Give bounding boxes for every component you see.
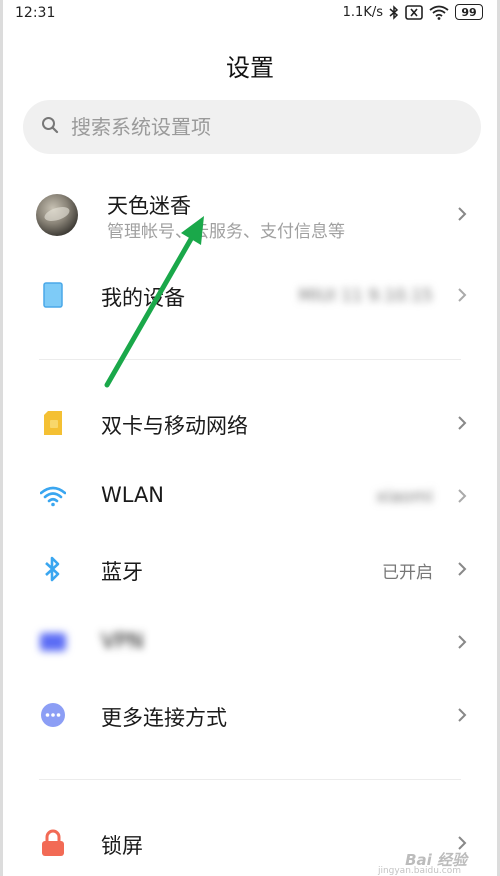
wlan-row[interactable]: WLAN xiaomi <box>3 471 497 521</box>
avatar <box>36 194 78 236</box>
status-time: 12:31 <box>15 5 56 21</box>
lock-screen-label: 锁屏 <box>101 834 143 858</box>
my-device-value: MIUI 11 9.10.15 <box>298 286 433 306</box>
bluetooth-row[interactable]: 蓝牙 已开启 <box>3 544 497 594</box>
more-connections-row[interactable]: 更多连接方式 <box>3 690 497 740</box>
account-name: 天色迷香 <box>107 194 191 218</box>
chevron-right-icon <box>457 287 467 307</box>
section-divider <box>39 359 461 360</box>
status-icons: 1.1K/s 99 <box>343 4 483 20</box>
page-title: 设置 <box>226 54 274 82</box>
chevron-right-icon <box>457 488 467 508</box>
more-connections-icon <box>39 701 67 729</box>
chevron-right-icon <box>457 634 467 654</box>
watermark-url: jingyan.baidu.com <box>377 866 461 876</box>
vpn-row[interactable]: VPN <box>3 617 497 667</box>
search-input[interactable] <box>71 115 451 139</box>
wifi-icon <box>39 482 67 510</box>
chevron-right-icon <box>457 561 467 581</box>
section-divider <box>39 779 461 780</box>
vpn-icon <box>39 628 67 656</box>
more-connections-label: 更多连接方式 <box>101 706 227 730</box>
bluetooth-icon <box>39 555 67 583</box>
sim-card-icon <box>39 409 67 437</box>
network-speed: 1.1K/s <box>342 4 383 20</box>
bluetooth-status-icon <box>389 4 399 20</box>
wlan-label: WLAN <box>101 483 165 507</box>
search-icon <box>41 116 59 138</box>
lock-icon <box>39 829 67 857</box>
bluetooth-status: 已开启 <box>382 563 433 583</box>
chevron-right-icon <box>457 707 467 727</box>
settings-screen: 12:31 1.1K/s 99 设置 天色迷香 管理帐号、云服务、支付信息等 <box>0 0 500 876</box>
account-subtitle: 管理帐号、云服务、支付信息等 <box>107 222 345 242</box>
device-icon <box>39 281 67 309</box>
search-box[interactable] <box>23 100 481 154</box>
vpn-label: VPN <box>101 629 144 653</box>
dual-sim-label: 双卡与移动网络 <box>101 414 248 438</box>
wifi-status-icon <box>429 5 449 20</box>
account-row[interactable]: 天色迷香 管理帐号、云服务、支付信息等 <box>3 180 497 250</box>
bluetooth-label: 蓝牙 <box>101 560 143 584</box>
my-device-row[interactable]: 我的设备 MIUI 11 9.10.15 <box>3 270 497 320</box>
chevron-right-icon <box>457 206 467 226</box>
chevron-right-icon <box>457 415 467 435</box>
sim-off-icon <box>405 4 423 20</box>
battery-icon: 99 <box>455 4 483 20</box>
my-device-label: 我的设备 <box>101 286 185 310</box>
wlan-value: xiaomi <box>376 487 433 507</box>
dual-sim-row[interactable]: 双卡与移动网络 <box>3 398 497 448</box>
status-bar: 12:31 1.1K/s 99 <box>3 0 497 28</box>
